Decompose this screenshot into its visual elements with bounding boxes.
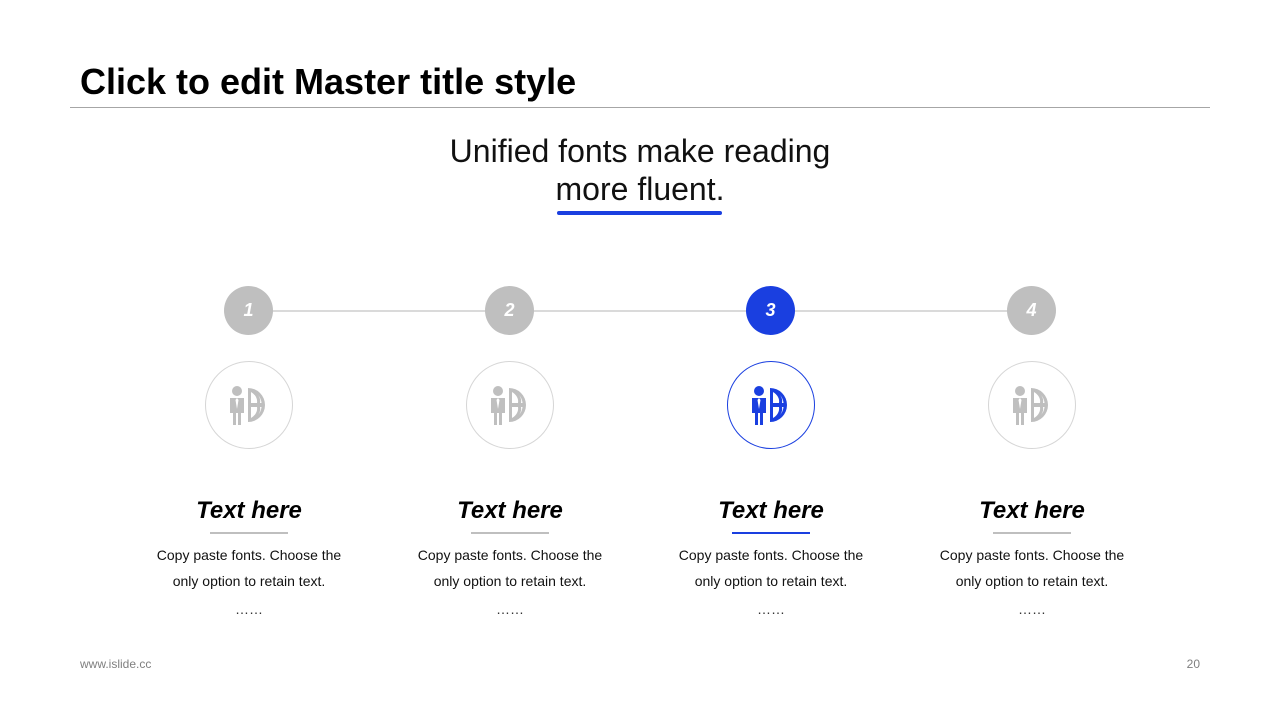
step-ellipsis: …… [235,601,263,617]
step-title[interactable]: Text here [912,496,1152,526]
step-description[interactable]: Copy paste fonts. Choose the only option… [400,542,620,594]
step-description-line-1: Copy paste fonts. Choose the [939,547,1125,563]
step-title-underline [732,532,810,534]
step-description-line-1: Copy paste fonts. Choose the [678,547,864,563]
step-title-underline [210,532,288,534]
step-description[interactable]: Copy paste fonts. Choose the only option… [661,542,881,594]
person-globe-icon [230,386,265,425]
step-ellipsis: …… [496,601,524,617]
step-title-underline [993,532,1071,534]
person-globe-icon [491,386,526,425]
step-3: 3 Text here Copy paste fonts. Choose the… [651,0,891,720]
step-title[interactable]: Text here [390,496,630,526]
step-number-badge: 3 [746,286,795,335]
step-icon-circle [988,361,1076,449]
step-icon-circle [466,361,554,449]
step-icon-circle [727,361,815,449]
step-ellipsis: …… [757,601,785,617]
page-number: 20 [1186,657,1200,671]
person-globe-icon [1013,386,1048,425]
step-description-line-1: Copy paste fonts. Choose the [417,547,603,563]
step-description-line-2: only option to retain text. [694,573,848,589]
step-description-line-2: only option to retain text. [955,573,1109,589]
step-description-line-2: only option to retain text. [172,573,326,589]
step-number-badge: 4 [1007,286,1056,335]
step-ellipsis: …… [1018,601,1046,617]
step-4: 4 Text here Copy paste fonts. Choose the… [912,0,1152,720]
step-number-badge: 2 [485,286,534,335]
step-title[interactable]: Text here [651,496,891,526]
step-description[interactable]: Copy paste fonts. Choose the only option… [922,542,1142,594]
step-title-underline [471,532,549,534]
step-title[interactable]: Text here [129,496,369,526]
step-description-line-1: Copy paste fonts. Choose the [156,547,342,563]
step-description-line-2: only option to retain text. [433,573,587,589]
step-1: 1 Text here Copy paste fonts. Choose the… [129,0,369,720]
person-globe-icon [752,386,787,425]
footer-website: www.islide.cc [80,657,152,671]
step-icon-circle [205,361,293,449]
step-number-badge: 1 [224,286,273,335]
step-description[interactable]: Copy paste fonts. Choose the only option… [139,542,359,594]
step-2: 2 Text here Copy paste fonts. Choose the… [390,0,630,720]
